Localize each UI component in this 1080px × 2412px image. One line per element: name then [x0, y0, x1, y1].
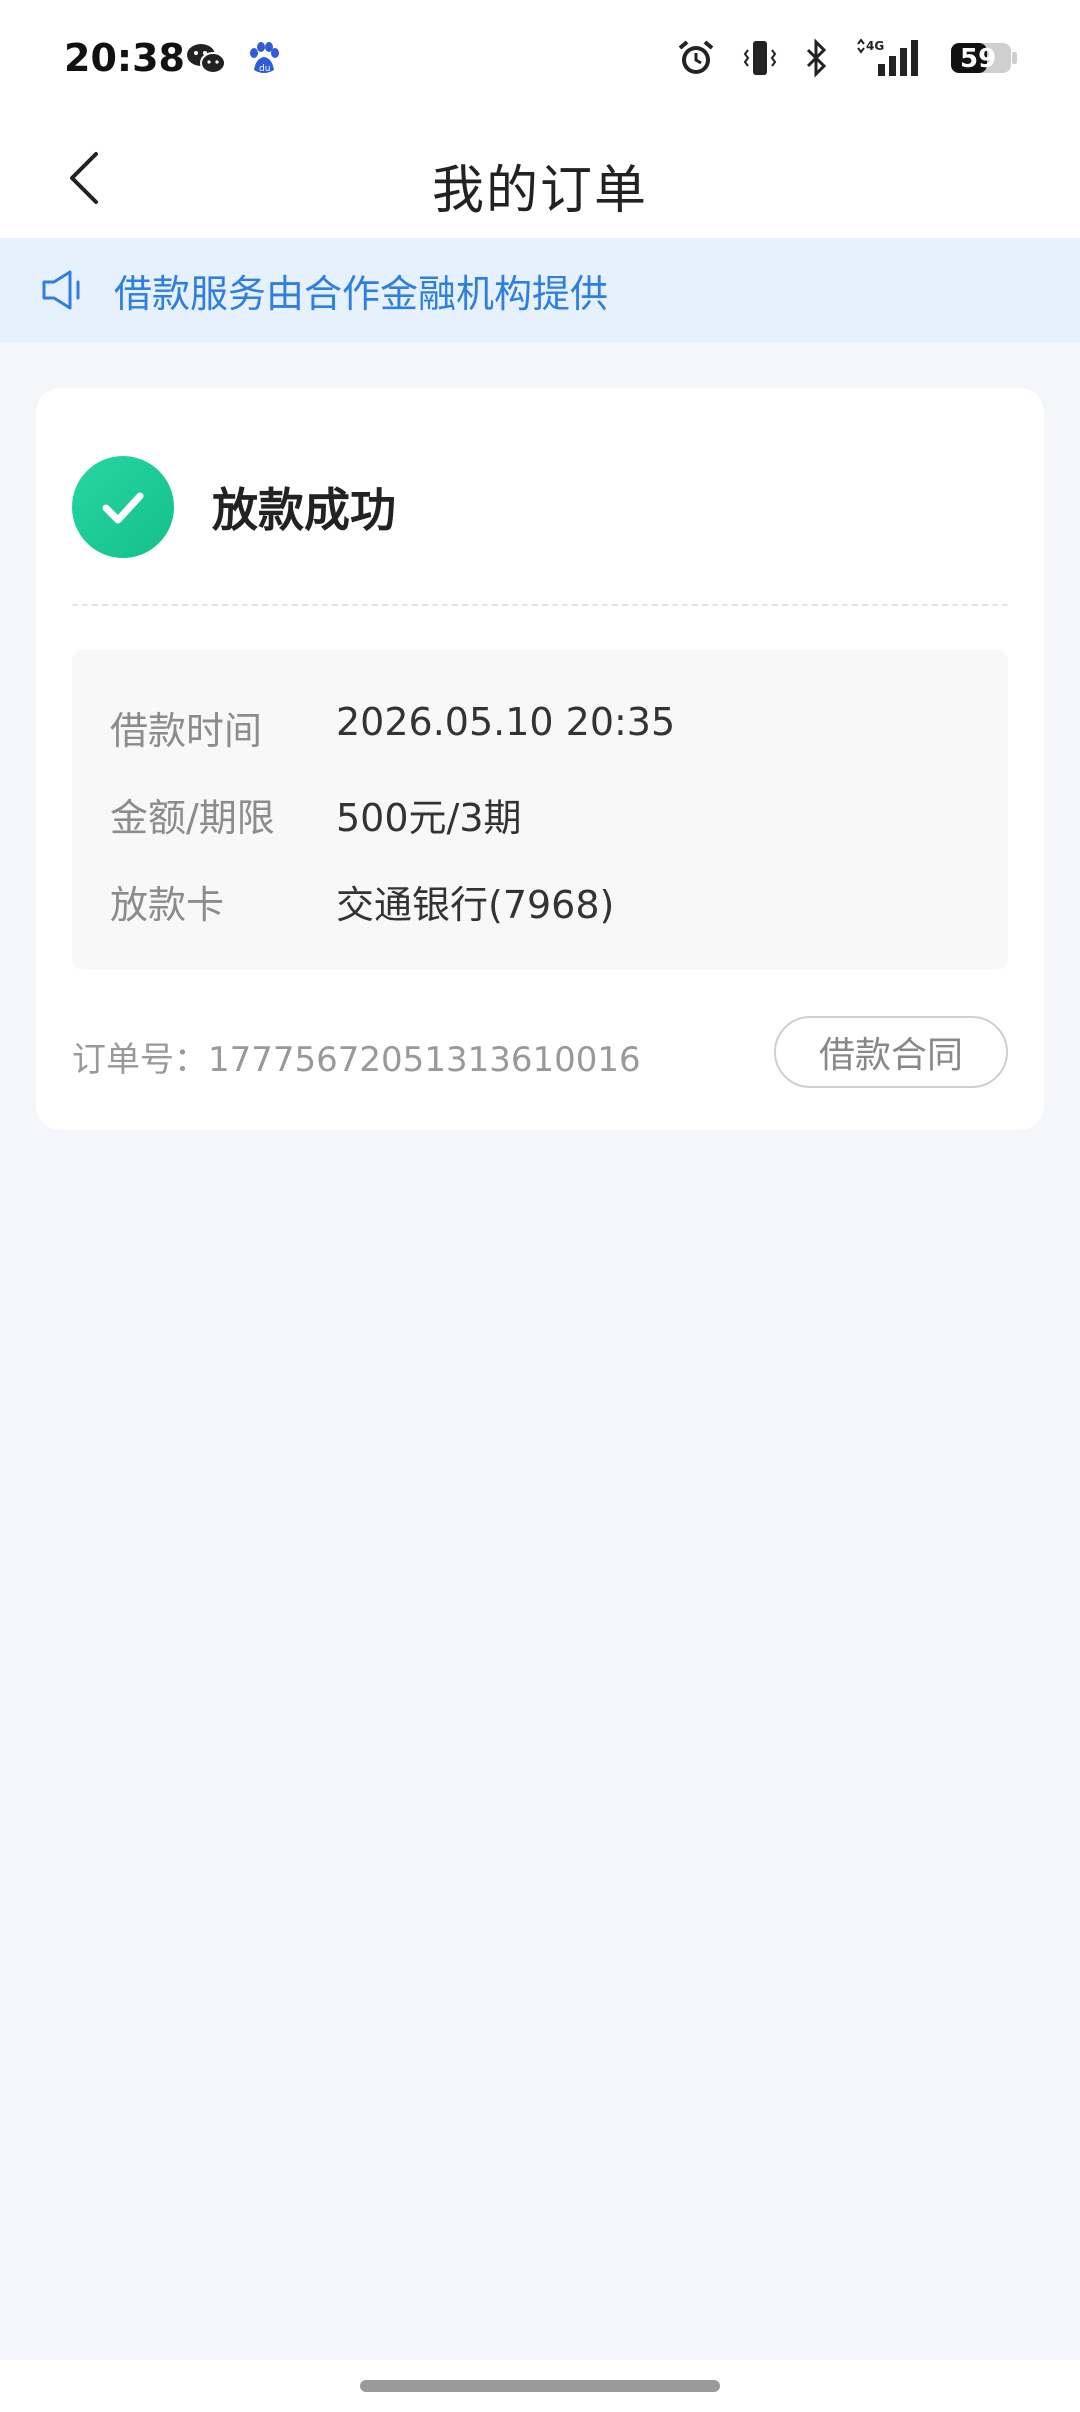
- alarm-icon: [676, 38, 716, 82]
- order-status: 放款成功: [212, 483, 396, 537]
- speaker-icon: [40, 268, 84, 312]
- nav-bar: 我的订单: [0, 120, 1080, 238]
- detail-row-loan-time: 借款时间 2026.05.10 20:35: [110, 700, 675, 755]
- status-bar: 20:38 du 4G 59: [0, 0, 1080, 120]
- detail-value: 500元/3期: [336, 796, 522, 840]
- wechat-icon: [186, 42, 226, 80]
- bluetooth-icon: [804, 38, 828, 82]
- order-card: 放款成功 借款时间 2026.05.10 20:35 金额/期限 500元/3期…: [36, 388, 1044, 1130]
- status-right-icons: 4G 59: [676, 38, 1018, 82]
- detail-label: 借款时间: [110, 709, 263, 753]
- notice-banner: 借款服务由合作金融机构提供: [0, 238, 1080, 342]
- page-title: 我的订单: [431, 161, 648, 221]
- detail-value: 交通银行(7968): [336, 883, 615, 927]
- order-number: 订单号：17775672051313610016: [72, 1040, 641, 1080]
- divider: [72, 604, 1008, 606]
- detail-label: 放款卡: [110, 883, 225, 927]
- order-status-row: 放款成功: [72, 456, 396, 558]
- baidu-icon: du: [248, 42, 280, 80]
- detail-row-amount-term: 金额/期限 500元/3期: [110, 787, 522, 842]
- battery-icon: 59: [950, 40, 1018, 80]
- order-details: 借款时间 2026.05.10 20:35 金额/期限 500元/3期 放款卡 …: [72, 650, 1008, 970]
- check-circle-icon: [72, 456, 174, 558]
- detail-row-card: 放款卡 交通银行(7968): [110, 874, 614, 929]
- vibrate-icon: [742, 38, 778, 82]
- notice-text: 借款服务由合作金融机构提供: [114, 271, 609, 316]
- signal-4g-icon: 4G: [854, 38, 924, 82]
- network-label: 4G: [866, 39, 884, 53]
- svg-text:du: du: [259, 64, 270, 74]
- detail-label: 金额/期限: [110, 796, 275, 840]
- battery-level: 59: [960, 44, 997, 74]
- loan-contract-button[interactable]: 借款合同: [774, 1016, 1008, 1088]
- screen: 20:38 du 4G 59 我的订单 借款服务由合作金融机构提供 放款成功 借…: [0, 0, 1080, 2412]
- gesture-bar: [0, 2360, 1080, 2412]
- status-left-icons: du: [186, 42, 280, 80]
- home-indicator[interactable]: [360, 2380, 720, 2392]
- status-time: 20:38: [64, 36, 185, 80]
- detail-value: 2026.05.10 20:35: [336, 700, 676, 744]
